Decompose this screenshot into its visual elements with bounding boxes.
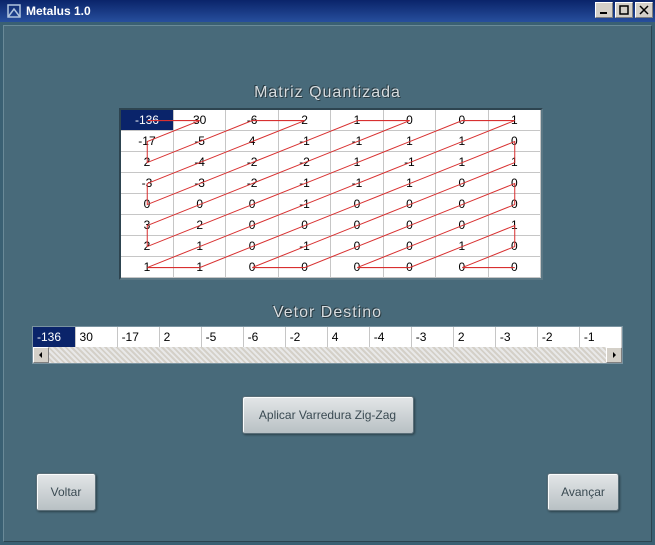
matrix-cell[interactable]: 0: [331, 214, 383, 235]
matrix-cell[interactable]: 0: [226, 214, 278, 235]
matrix-cell[interactable]: 0: [121, 193, 173, 214]
matrix-cell[interactable]: -17: [121, 130, 173, 151]
matrix-title: Matriz Quantizada: [4, 84, 651, 102]
matrix-cell[interactable]: 0: [436, 256, 488, 277]
matrix-cell[interactable]: 0: [436, 172, 488, 193]
matrix-cell[interactable]: 1: [488, 151, 540, 172]
matrix-cell[interactable]: -2: [226, 172, 278, 193]
app-icon: [6, 3, 22, 19]
matrix-cell[interactable]: 1: [436, 151, 488, 172]
matrix-cell[interactable]: 1: [121, 256, 173, 277]
matrix-cell[interactable]: 0: [436, 110, 488, 130]
matrix-cell[interactable]: -1: [278, 172, 330, 193]
window-title: Metalus 1.0: [26, 4, 91, 18]
matrix-cell[interactable]: 0: [488, 256, 540, 277]
scroll-right-button[interactable]: [606, 347, 622, 363]
matrix-cell[interactable]: 0: [331, 256, 383, 277]
matrix-cell[interactable]: -2: [278, 151, 330, 172]
matrix-cell[interactable]: -1: [383, 151, 435, 172]
matrix-cell[interactable]: 0: [488, 193, 540, 214]
vector-cell[interactable]: -4: [369, 327, 411, 347]
vector-cell[interactable]: -2: [537, 327, 579, 347]
maximize-button[interactable]: [615, 2, 633, 18]
matrix-cell[interactable]: 2: [121, 151, 173, 172]
vector-cell[interactable]: -1: [579, 327, 621, 347]
matrix-cell[interactable]: 0: [278, 214, 330, 235]
back-button[interactable]: Voltar: [36, 473, 96, 511]
matrix-cell[interactable]: 0: [331, 235, 383, 256]
vector-title: Vetor Destino: [4, 304, 651, 322]
vector-cell[interactable]: -6: [243, 327, 285, 347]
matrix-cell[interactable]: 1: [436, 130, 488, 151]
matrix-cell[interactable]: -3: [121, 172, 173, 193]
matrix-cell[interactable]: 0: [383, 256, 435, 277]
matrix-cell[interactable]: 0: [488, 172, 540, 193]
matrix-cell[interactable]: 2: [278, 110, 330, 130]
matrix-cell[interactable]: -5: [173, 130, 225, 151]
vector-cell[interactable]: 2: [159, 327, 201, 347]
matrix-grid[interactable]: -13630-621001-17-54-1-11102-4-2-21-111-3…: [119, 108, 543, 280]
matrix-cell[interactable]: 1: [173, 235, 225, 256]
vector-cell[interactable]: -5: [201, 327, 243, 347]
matrix-cell[interactable]: 0: [278, 256, 330, 277]
matrix-cell[interactable]: 0: [383, 235, 435, 256]
matrix-cell[interactable]: 0: [436, 193, 488, 214]
vector-panel: -13630-172-5-6-24-4-32-3-2-1: [32, 326, 623, 364]
matrix-cell[interactable]: 4: [226, 130, 278, 151]
matrix-cell[interactable]: 0: [331, 193, 383, 214]
titlebar: Metalus 1.0: [0, 0, 655, 22]
matrix-cell[interactable]: 1: [173, 256, 225, 277]
matrix-cell[interactable]: -6: [226, 110, 278, 130]
vector-cell[interactable]: 30: [75, 327, 117, 347]
matrix-cell[interactable]: 0: [173, 193, 225, 214]
scroll-left-button[interactable]: [33, 347, 49, 363]
vector-cell[interactable]: -136: [33, 327, 75, 347]
matrix-cell[interactable]: -4: [173, 151, 225, 172]
matrix-cell[interactable]: 1: [488, 214, 540, 235]
matrix-cell[interactable]: 0: [488, 235, 540, 256]
vector-cell[interactable]: -3: [495, 327, 537, 347]
matrix-cell[interactable]: -3: [173, 172, 225, 193]
vector-cell[interactable]: -17: [117, 327, 159, 347]
matrix-cell[interactable]: -136: [121, 110, 173, 130]
matrix-cell[interactable]: -1: [278, 235, 330, 256]
next-button[interactable]: Avançar: [547, 473, 619, 511]
matrix-cell[interactable]: 0: [383, 110, 435, 130]
matrix-cell[interactable]: 0: [488, 130, 540, 151]
matrix-cell[interactable]: 2: [121, 235, 173, 256]
matrix-cell[interactable]: 1: [436, 235, 488, 256]
matrix-cell[interactable]: -1: [278, 193, 330, 214]
minimize-button[interactable]: [595, 2, 613, 18]
matrix-cell[interactable]: 0: [226, 256, 278, 277]
matrix-cell[interactable]: 1: [331, 110, 383, 130]
apply-zigzag-button[interactable]: Aplicar Varredura Zig-Zag: [242, 396, 414, 434]
matrix-cell[interactable]: 1: [331, 151, 383, 172]
matrix-cell[interactable]: 1: [488, 110, 540, 130]
close-button[interactable]: [635, 2, 653, 18]
vector-cell[interactable]: 4: [327, 327, 369, 347]
vector-scrollbar[interactable]: [33, 347, 622, 363]
matrix-cell[interactable]: -2: [226, 151, 278, 172]
scroll-track[interactable]: [49, 347, 606, 363]
matrix-cell[interactable]: 0: [226, 193, 278, 214]
vector-grid[interactable]: -13630-172-5-6-24-4-32-3-2-1: [32, 326, 623, 364]
vector-cell[interactable]: 2: [453, 327, 495, 347]
matrix-cell[interactable]: 0: [383, 193, 435, 214]
matrix-cell[interactable]: 30: [173, 110, 225, 130]
matrix-cell[interactable]: 3: [121, 214, 173, 235]
matrix-cell[interactable]: -1: [331, 130, 383, 151]
client-area: Matriz Quantizada -13630-621001-17-54-1-…: [3, 25, 652, 542]
matrix-cell[interactable]: 0: [383, 214, 435, 235]
matrix-cell[interactable]: -1: [331, 172, 383, 193]
matrix-cell[interactable]: 0: [436, 214, 488, 235]
vector-cell[interactable]: -2: [285, 327, 327, 347]
matrix-cell[interactable]: 0: [226, 235, 278, 256]
vector-cell[interactable]: -3: [411, 327, 453, 347]
matrix-cell[interactable]: 2: [173, 214, 225, 235]
matrix-cell[interactable]: 1: [383, 130, 435, 151]
matrix-cell[interactable]: -1: [278, 130, 330, 151]
matrix-cell[interactable]: 1: [383, 172, 435, 193]
